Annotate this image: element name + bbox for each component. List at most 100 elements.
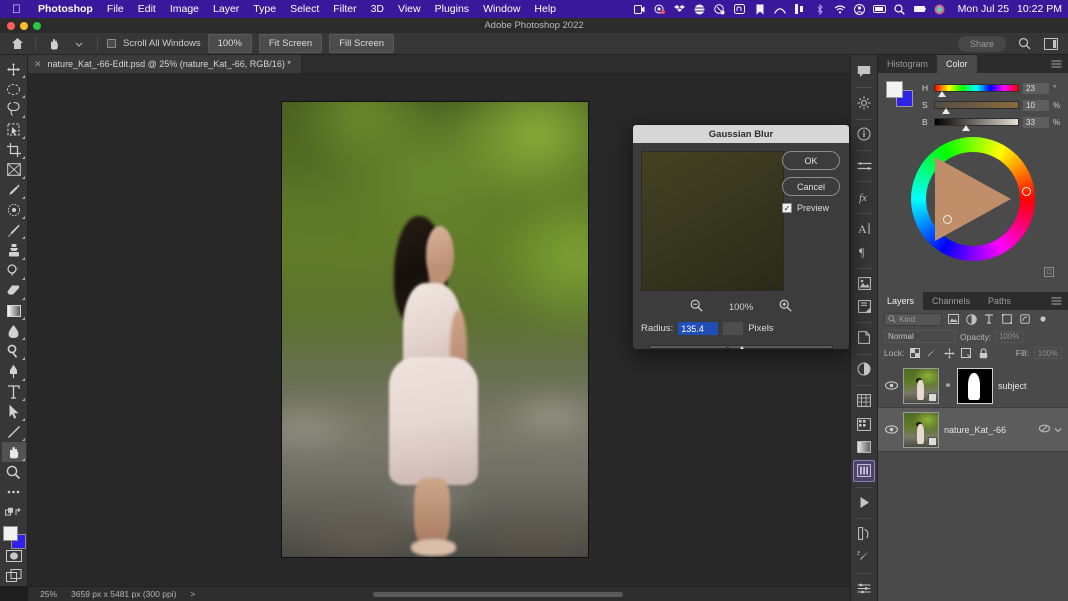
filter-type-icon[interactable] — [982, 313, 996, 326]
menu-image[interactable]: Image — [163, 3, 206, 15]
pen-tool[interactable] — [2, 361, 26, 381]
tab-paths[interactable]: Paths — [979, 292, 1020, 310]
brush-settings-icon[interactable] — [853, 546, 875, 567]
menu-window[interactable]: Window — [476, 3, 527, 15]
scroll-all-windows-checkbox[interactable] — [107, 39, 116, 48]
menu-photoshop[interactable]: Photoshop — [31, 3, 100, 15]
layer-mask-thumbnail[interactable] — [957, 367, 993, 404]
crop-tool[interactable] — [2, 140, 26, 160]
swatches-icon[interactable] — [853, 390, 875, 411]
status-zoom[interactable]: 25% — [40, 589, 57, 599]
quick-mask-icon[interactable] — [2, 546, 26, 566]
screen-mode-icon[interactable] — [2, 566, 26, 586]
line-tool[interactable] — [2, 422, 26, 442]
lock-all-icon[interactable] — [977, 347, 989, 359]
hue-value[interactable]: 23 — [1023, 82, 1049, 94]
menu-3d[interactable]: 3D — [364, 3, 391, 15]
table-row[interactable]: ⚭ subject — [878, 364, 1068, 408]
close-icon[interactable]: ✕ — [34, 59, 42, 70]
panel-menu-icon[interactable] — [1051, 55, 1068, 73]
brush-tool[interactable] — [2, 220, 26, 240]
saturation-track[interactable] — [934, 101, 1019, 114]
layer-mask-link-icon[interactable]: ⚭ — [944, 380, 952, 391]
chevron-down-icon[interactable] — [1054, 425, 1062, 435]
zoom-in-icon[interactable] — [779, 299, 792, 315]
bookmark-icon[interactable] — [750, 4, 770, 15]
brightness-knob[interactable] — [961, 125, 970, 131]
gradients-icon[interactable] — [853, 437, 875, 458]
tab-color[interactable]: Color — [937, 55, 977, 73]
color-triangle[interactable] — [935, 157, 1011, 241]
tune-icon[interactable] — [853, 92, 875, 113]
color-swatches[interactable] — [2, 525, 26, 549]
gradient-tool[interactable] — [2, 301, 26, 321]
hue-track[interactable] — [934, 84, 1019, 97]
gaussian-blur-dialog[interactable]: Gaussian Blur OK Cancel ✓ Preview 100% R… — [632, 124, 850, 350]
histogram-icon[interactable] — [853, 460, 875, 482]
zoom-out-icon[interactable] — [690, 299, 703, 315]
zoom-button[interactable] — [33, 22, 41, 30]
chevron-down-icon[interactable] — [70, 35, 88, 53]
cleaner-icon[interactable] — [710, 3, 730, 15]
blur-tool[interactable] — [2, 321, 26, 341]
foreground-color-swatch[interactable] — [2, 525, 18, 541]
brightness-value[interactable]: 33 — [1023, 116, 1049, 128]
horizontal-scrollbar[interactable] — [373, 592, 623, 597]
fit-screen-button[interactable]: Fit Screen — [258, 34, 323, 53]
effects-icon[interactable] — [1039, 424, 1050, 435]
cancel-button[interactable]: Cancel — [782, 177, 840, 196]
filter-pixel-icon[interactable] — [946, 313, 960, 326]
radius-input[interactable]: 135.4 — [678, 322, 719, 335]
battery-icon[interactable] — [870, 5, 890, 13]
lock-transparent-icon[interactable] — [909, 347, 921, 359]
clone-stamp-tool[interactable] — [2, 240, 26, 260]
styles-fx-icon[interactable]: fx — [853, 186, 875, 207]
lock-position-icon[interactable] — [943, 347, 955, 359]
close-button[interactable] — [7, 22, 15, 30]
saturation-value[interactable]: 10 — [1023, 99, 1049, 111]
radius-slider-row[interactable] — [641, 342, 841, 349]
libraries-icon[interactable] — [853, 272, 875, 293]
menu-layer[interactable]: Layer — [206, 3, 246, 15]
comments-icon[interactable] — [853, 61, 875, 82]
adjustments-circle-icon[interactable] — [853, 359, 875, 380]
dropbox-icon[interactable] — [670, 4, 690, 14]
adjustments-icon[interactable] — [853, 155, 875, 176]
panel-menu-icon[interactable] — [1051, 292, 1068, 310]
tab-histogram[interactable]: Histogram — [878, 55, 937, 73]
menu-type[interactable]: Type — [246, 3, 283, 15]
control-center-icon[interactable] — [910, 4, 930, 14]
menu-edit[interactable]: Edit — [131, 3, 163, 15]
frame-tool[interactable] — [2, 160, 26, 180]
bars-icon[interactable] — [790, 4, 810, 14]
blend-mode-select[interactable]: Normal — [884, 330, 956, 343]
zoom-tool[interactable] — [2, 462, 26, 482]
expand-icon[interactable]: □ — [1044, 267, 1054, 277]
color-wheel-area[interactable]: □ — [886, 133, 1060, 283]
bluetooth-off-icon[interactable] — [810, 3, 830, 15]
lasso-tool[interactable] — [2, 99, 26, 119]
paragraph-icon[interactable]: ¶ — [853, 241, 875, 262]
wheel-hue-selector[interactable] — [1022, 187, 1031, 196]
eraser-tool[interactable] — [2, 281, 26, 301]
tab-layers[interactable]: Layers — [878, 292, 924, 310]
filter-adjustment-icon[interactable] — [964, 313, 978, 326]
dialog-preview-image[interactable] — [641, 151, 784, 291]
spot-healing-brush-tool[interactable] — [2, 200, 26, 220]
workspace-icon[interactable] — [1042, 35, 1060, 53]
patterns-icon[interactable] — [853, 413, 875, 434]
menu-filter[interactable]: Filter — [326, 3, 363, 15]
zoom-100-button[interactable]: 100% — [207, 34, 252, 53]
color-panel-foreground-swatch[interactable] — [886, 81, 903, 98]
layer-visibility-icon[interactable] — [884, 425, 898, 434]
layer-visibility-icon[interactable] — [884, 381, 898, 390]
menu-select[interactable]: Select — [283, 3, 326, 15]
eyedropper-tool[interactable] — [2, 180, 26, 200]
apple-icon[interactable]:  — [12, 3, 21, 15]
edit-toolbar-button[interactable] — [2, 482, 26, 502]
hue-knob[interactable] — [938, 91, 947, 97]
camera-icon[interactable] — [650, 4, 670, 14]
screen-record-icon[interactable] — [630, 4, 650, 14]
triangle-selector[interactable] — [943, 215, 952, 224]
document-canvas[interactable] — [282, 102, 588, 557]
